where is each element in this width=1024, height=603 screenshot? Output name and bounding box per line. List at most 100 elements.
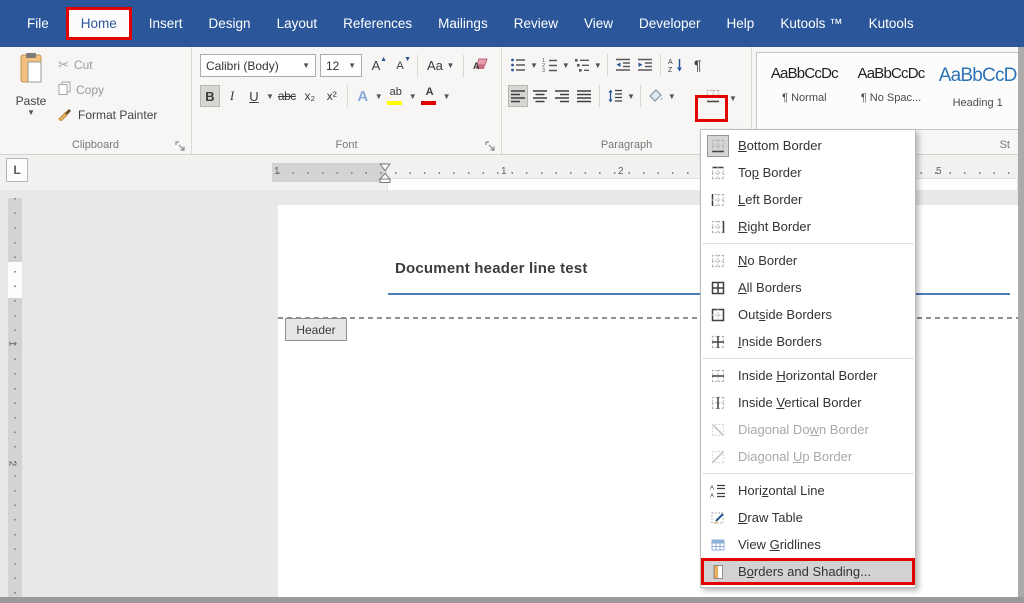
no-border-icon	[707, 250, 729, 272]
font-size-combobox[interactable]: 12▼	[320, 54, 362, 77]
border-menu-item[interactable]: Top Border	[701, 159, 915, 186]
line-spacing-button[interactable]	[605, 85, 625, 107]
cut-button[interactable]: ✂ Cut	[58, 55, 157, 75]
ribbon-tab[interactable]: Kutools	[856, 10, 927, 37]
borders-button[interactable]	[697, 85, 729, 111]
ribbon-tab[interactable]: Review	[501, 10, 571, 37]
decrease-indent-button[interactable]	[613, 54, 633, 76]
shading-arrow-icon[interactable]: ▼	[668, 92, 676, 101]
clear-formatting-button[interactable]: A	[471, 55, 492, 77]
strikethrough-button[interactable]: abc	[276, 85, 298, 107]
font-color-button[interactable]: A	[419, 85, 441, 107]
bold-button[interactable]: B	[200, 85, 220, 107]
format-painter-button[interactable]: Format Painter	[58, 105, 157, 125]
align-left-button[interactable]	[508, 85, 528, 107]
text-effects-button[interactable]: A	[353, 85, 373, 107]
top-border-icon	[707, 162, 729, 184]
combo-arrow-icon: ▼	[302, 61, 310, 70]
clipboard-group-label: Clipboard	[0, 139, 191, 151]
border-menu-item[interactable]: Borders and Shading...	[701, 558, 915, 585]
svg-text:A: A	[710, 485, 714, 491]
border-menu-item[interactable]: Right Border	[701, 213, 915, 240]
highlight-color-swatch	[387, 101, 402, 105]
ribbon-tab[interactable]: View	[571, 10, 626, 37]
font-group-label: Font	[192, 139, 501, 151]
sort-button[interactable]: AZ	[666, 54, 686, 76]
border-menu-item[interactable]: All Borders	[701, 274, 915, 301]
subscript-button[interactable]: x₂	[300, 85, 320, 107]
ribbon-tab[interactable]: Help	[714, 10, 768, 37]
ribbon-tab[interactable]: Design	[196, 10, 264, 37]
border-menu-item[interactable]: Inside Vertical Border	[701, 389, 915, 416]
ribbon-tab[interactable]: Home	[66, 7, 132, 40]
border-menu-item[interactable]: No Border	[701, 247, 915, 274]
align-right-button[interactable]	[552, 85, 572, 107]
font-color-arrow-icon[interactable]: ▼	[443, 92, 451, 101]
vertical-ruler[interactable]: 12	[8, 198, 22, 597]
paste-button[interactable]: Paste ▼	[8, 53, 54, 141]
grow-font-button[interactable]: A▲	[366, 55, 386, 77]
border-menu-item[interactable]: View Gridlines	[701, 531, 915, 558]
multilevel-arrow-icon[interactable]: ▼	[594, 61, 602, 70]
ribbon-tab[interactable]: Developer	[626, 10, 714, 37]
ribbon-tab[interactable]: File	[14, 10, 62, 37]
border-menu-item: Diagonal Up Border	[701, 443, 915, 470]
font-name-combobox[interactable]: Calibri (Body)▼	[200, 54, 316, 77]
style-card[interactable]: AaBbCcDc ¶ No Spac...	[848, 59, 935, 129]
copy-button[interactable]: Copy	[58, 80, 157, 100]
underline-dropdown-arrow-icon[interactable]: ▼	[266, 92, 274, 101]
increase-indent-button[interactable]	[635, 54, 655, 76]
text-highlight-button[interactable]: ab	[385, 85, 407, 107]
justify-button[interactable]	[574, 85, 594, 107]
multilevel-list-button[interactable]	[572, 54, 592, 76]
borders-dropdown-menu: Bottom Border Top Border Left Border Rig…	[700, 129, 916, 588]
horizontal-line-icon: AA	[707, 480, 729, 502]
show-formatting-button[interactable]: ¶	[688, 54, 708, 76]
style-card[interactable]: AaBbCcDc ¶ Normal	[761, 59, 848, 129]
ribbon-tab[interactable]: Kutools ™	[767, 10, 855, 37]
menu-item-label: Right Border	[738, 219, 811, 234]
borders-dropdown-arrow-icon[interactable]: ▼	[729, 94, 737, 103]
border-menu-item[interactable]: AA Horizontal Line	[701, 477, 915, 504]
highlight-arrow-icon[interactable]: ▼	[409, 92, 417, 101]
font-dialog-launcher-icon[interactable]	[485, 139, 497, 151]
numbering-arrow-icon[interactable]: ▼	[562, 61, 570, 70]
shrink-font-button[interactable]: A▼	[390, 55, 410, 77]
menu-item-label: All Borders	[738, 280, 802, 295]
style-preview: AaBbCcD	[934, 65, 1021, 87]
style-name: Heading 1	[934, 97, 1021, 109]
bullets-button[interactable]	[508, 54, 528, 76]
ribbon-tab[interactable]: References	[330, 10, 425, 37]
paste-label: Paste	[16, 94, 47, 108]
shading-button[interactable]	[646, 85, 666, 107]
border-menu-item[interactable]: Inside Borders	[701, 328, 915, 355]
line-spacing-arrow-icon[interactable]: ▼	[627, 92, 635, 101]
underline-button[interactable]: U	[244, 85, 264, 107]
border-menu-item[interactable]: Left Border	[701, 186, 915, 213]
border-menu-item[interactable]: Bottom Border	[701, 132, 915, 159]
border-menu-item[interactable]: Outside Borders	[701, 301, 915, 328]
indent-markers[interactable]	[378, 163, 393, 188]
svg-text:A: A	[473, 61, 480, 71]
text-effects-arrow-icon[interactable]: ▼	[375, 92, 383, 101]
bullets-arrow-icon[interactable]: ▼	[530, 61, 538, 70]
ribbon-tab[interactable]: Mailings	[425, 10, 501, 37]
bottom-border-icon	[707, 135, 729, 157]
border-menu-item[interactable]: Inside Horizontal Border	[701, 362, 915, 389]
superscript-button[interactable]: x²	[322, 85, 342, 107]
cut-scissors-icon: ✂	[58, 57, 69, 73]
align-center-button[interactable]	[530, 85, 550, 107]
change-case-button[interactable]: Aa ▼	[425, 55, 456, 77]
copy-pages-icon	[58, 81, 71, 99]
diagonal-down-border-icon	[707, 419, 729, 441]
border-menu-item[interactable]: Draw Table	[701, 504, 915, 531]
paste-dropdown-arrow-icon[interactable]: ▼	[27, 108, 35, 117]
style-card[interactable]: AaBbCcD Heading 1	[934, 59, 1021, 129]
header-area-tab: Header	[285, 318, 347, 341]
bottom-border-icon	[705, 88, 721, 109]
ribbon-tab[interactable]: Layout	[264, 10, 331, 37]
numbering-button[interactable]: 123	[540, 54, 560, 76]
italic-button[interactable]: I	[222, 85, 242, 107]
clipboard-dialog-launcher-icon[interactable]	[175, 139, 187, 151]
ribbon-tab[interactable]: Insert	[136, 10, 196, 37]
